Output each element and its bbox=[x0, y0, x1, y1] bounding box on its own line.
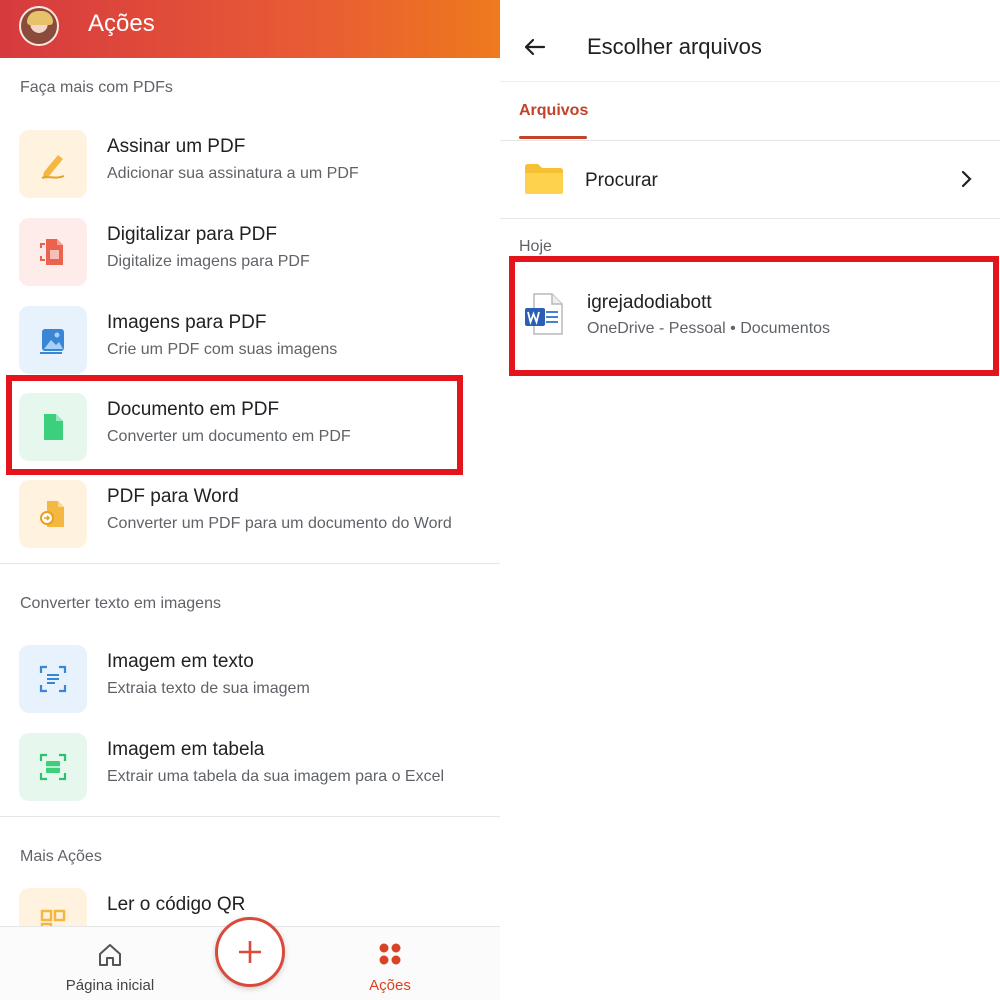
pdf-word-icon bbox=[19, 480, 87, 548]
action-title: Imagens para PDF bbox=[107, 312, 267, 333]
bottom-nav: Página inicial Ações bbox=[0, 917, 500, 1000]
back-arrow-icon bbox=[524, 38, 546, 56]
action-title: Assinar um PDF bbox=[107, 136, 246, 157]
action-subtitle: Digitalize imagens para PDF bbox=[107, 253, 310, 270]
action-subtitle: Converter um PDF para um documento do Wo… bbox=[107, 515, 452, 532]
section-title-more: Mais Ações bbox=[20, 848, 102, 865]
section-title-today: Hoje bbox=[519, 238, 552, 255]
back-button[interactable] bbox=[520, 32, 550, 62]
action-subtitle: Extrair uma tabela da sua imagem para o … bbox=[107, 768, 445, 785]
action-pdf-word[interactable]: PDF para Word Converter um PDF para um d… bbox=[0, 470, 500, 558]
page-title: Ações bbox=[88, 10, 155, 37]
image-pdf-icon bbox=[19, 306, 87, 374]
avatar[interactable] bbox=[19, 6, 59, 46]
actions-screen: Ações Faça mais com PDFs Assinar um PDF … bbox=[0, 0, 500, 1000]
highlight-box bbox=[509, 256, 999, 376]
create-button[interactable] bbox=[215, 917, 285, 987]
action-title: Imagem em tabela bbox=[107, 739, 265, 760]
tab-indicator bbox=[519, 136, 587, 139]
nav-actions-label: Ações bbox=[369, 977, 411, 994]
app-header: Ações bbox=[0, 0, 500, 58]
highlight-box bbox=[6, 375, 463, 475]
file-picker-screen: Escolher arquivos Arquivos Procurar Hoje… bbox=[500, 0, 1000, 1000]
section-title-convert: Converter texto em imagens bbox=[20, 595, 221, 612]
chevron-right-icon bbox=[961, 170, 972, 188]
action-title: Ler o código QR bbox=[107, 894, 246, 915]
home-icon bbox=[99, 944, 121, 966]
action-sign-pdf[interactable]: Assinar um PDF Adicionar sua assinatura … bbox=[0, 120, 500, 208]
divider bbox=[500, 218, 1000, 219]
nav-home[interactable]: Página inicial bbox=[40, 937, 180, 997]
browse-label: Procurar bbox=[585, 170, 658, 191]
divider bbox=[500, 140, 1000, 141]
action-subtitle: Crie um PDF com suas imagens bbox=[107, 341, 338, 358]
action-title: Imagem em texto bbox=[107, 651, 254, 672]
image-text-icon bbox=[19, 645, 87, 713]
image-table-icon bbox=[19, 733, 87, 801]
action-image-text[interactable]: Imagem em texto Extraia texto de sua ima… bbox=[0, 635, 500, 723]
action-subtitle: Adicionar sua assinatura a um PDF bbox=[107, 165, 359, 182]
divider bbox=[0, 816, 500, 817]
nav-home-label: Página inicial bbox=[65, 977, 155, 994]
actions-grid-icon bbox=[379, 943, 401, 965]
action-scan-pdf[interactable]: Digitalizar para PDF Digitalize imagens … bbox=[0, 208, 500, 296]
browse-row[interactable]: Procurar bbox=[500, 142, 1000, 218]
divider bbox=[0, 563, 500, 564]
section-title-pdfs: Faça mais com PDFs bbox=[20, 79, 173, 96]
action-images-pdf[interactable]: Imagens para PDF Crie um PDF com suas im… bbox=[0, 296, 500, 384]
action-image-table[interactable]: Imagem em tabela Extrair uma tabela da s… bbox=[0, 723, 500, 811]
top-bar: Escolher arquivos bbox=[500, 0, 1000, 82]
action-title: Digitalizar para PDF bbox=[107, 224, 277, 245]
action-title: PDF para Word bbox=[107, 486, 239, 507]
page-title: Escolher arquivos bbox=[587, 34, 762, 59]
scan-pdf-icon bbox=[19, 218, 87, 286]
nav-actions[interactable]: Ações bbox=[340, 937, 440, 997]
tab-arquivos[interactable]: Arquivos bbox=[519, 102, 588, 120]
action-subtitle: Extraia texto de sua imagem bbox=[107, 680, 310, 697]
folder-icon bbox=[525, 164, 563, 194]
pen-sign-icon bbox=[19, 130, 87, 198]
plus-icon bbox=[239, 941, 261, 963]
